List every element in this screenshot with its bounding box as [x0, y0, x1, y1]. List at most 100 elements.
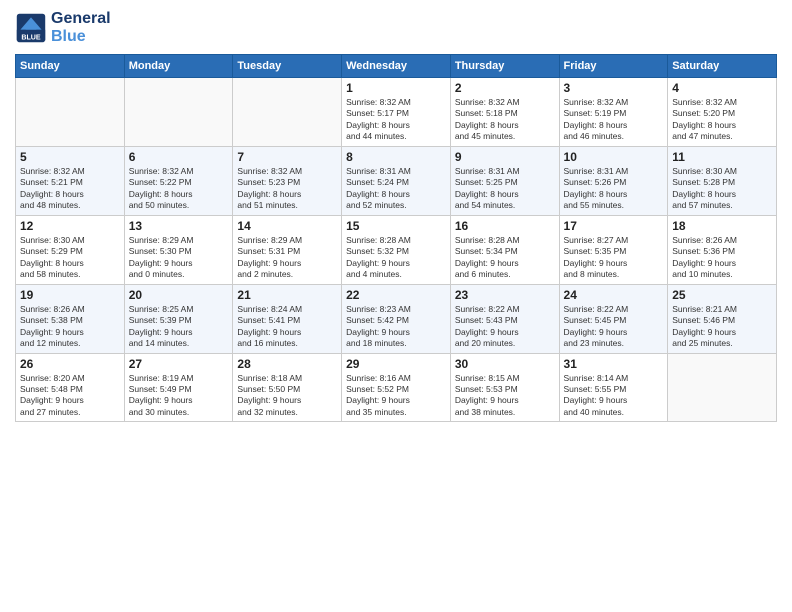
calendar-cell: 30 Sunrise: 8:15 AM Sunset: 5:53 PM Dayli… [450, 353, 559, 422]
weekday-header-thursday: Thursday [450, 55, 559, 78]
calendar-cell: 13 Sunrise: 8:29 AM Sunset: 5:30 PM Dayli… [124, 215, 233, 284]
calendar-cell: 1 Sunrise: 8:32 AM Sunset: 5:17 PM Daylig… [342, 78, 451, 147]
calendar-cell: 17 Sunrise: 8:27 AM Sunset: 5:35 PM Dayli… [559, 215, 668, 284]
calendar-cell: 20 Sunrise: 8:25 AM Sunset: 5:39 PM Dayli… [124, 284, 233, 353]
day-number: 24 [564, 288, 664, 302]
calendar-week-row: 26 Sunrise: 8:20 AM Sunset: 5:48 PM Dayli… [16, 353, 777, 422]
calendar-table: SundayMondayTuesdayWednesdayThursdayFrid… [15, 54, 777, 422]
day-info: Sunrise: 8:32 AM Sunset: 5:22 PM Dayligh… [129, 166, 229, 212]
day-number: 8 [346, 150, 446, 164]
header: BLUE General Blue [15, 10, 777, 46]
weekday-header-monday: Monday [124, 55, 233, 78]
day-info: Sunrise: 8:20 AM Sunset: 5:48 PM Dayligh… [20, 373, 120, 419]
day-number: 19 [20, 288, 120, 302]
day-info: Sunrise: 8:27 AM Sunset: 5:35 PM Dayligh… [564, 235, 664, 281]
calendar-cell [16, 78, 125, 147]
calendar-week-row: 12 Sunrise: 8:30 AM Sunset: 5:29 PM Dayli… [16, 215, 777, 284]
weekday-header-wednesday: Wednesday [342, 55, 451, 78]
day-info: Sunrise: 8:26 AM Sunset: 5:36 PM Dayligh… [672, 235, 772, 281]
day-number: 12 [20, 219, 120, 233]
day-info: Sunrise: 8:15 AM Sunset: 5:53 PM Dayligh… [455, 373, 555, 419]
calendar-cell: 18 Sunrise: 8:26 AM Sunset: 5:36 PM Dayli… [668, 215, 777, 284]
day-info: Sunrise: 8:32 AM Sunset: 5:18 PM Dayligh… [455, 97, 555, 143]
day-info: Sunrise: 8:29 AM Sunset: 5:30 PM Dayligh… [129, 235, 229, 281]
day-info: Sunrise: 8:18 AM Sunset: 5:50 PM Dayligh… [237, 373, 337, 419]
day-number: 7 [237, 150, 337, 164]
weekday-header-tuesday: Tuesday [233, 55, 342, 78]
calendar-cell: 22 Sunrise: 8:23 AM Sunset: 5:42 PM Dayli… [342, 284, 451, 353]
day-info: Sunrise: 8:31 AM Sunset: 5:24 PM Dayligh… [346, 166, 446, 212]
day-info: Sunrise: 8:32 AM Sunset: 5:23 PM Dayligh… [237, 166, 337, 212]
day-info: Sunrise: 8:16 AM Sunset: 5:52 PM Dayligh… [346, 373, 446, 419]
day-number: 27 [129, 357, 229, 371]
logo: BLUE General Blue [15, 10, 111, 46]
calendar-cell: 27Sunrise: 8:19 AM Sunset: 5:49 PM Dayli… [124, 353, 233, 422]
weekday-header-friday: Friday [559, 55, 668, 78]
day-info: Sunrise: 8:32 AM Sunset: 5:17 PM Dayligh… [346, 97, 446, 143]
day-number: 10 [564, 150, 664, 164]
calendar-cell [233, 78, 342, 147]
calendar-cell: 25 Sunrise: 8:21 AM Sunset: 5:46 PM Dayli… [668, 284, 777, 353]
day-number: 26 [20, 357, 120, 371]
day-number: 14 [237, 219, 337, 233]
calendar-cell: 14Sunrise: 8:29 AM Sunset: 5:31 PM Dayli… [233, 215, 342, 284]
calendar-cell: 8 Sunrise: 8:31 AM Sunset: 5:24 PM Daylig… [342, 146, 451, 215]
calendar-cell: 24Sunrise: 8:22 AM Sunset: 5:45 PM Dayli… [559, 284, 668, 353]
day-number: 22 [346, 288, 446, 302]
day-number: 17 [564, 219, 664, 233]
day-number: 3 [564, 81, 664, 95]
calendar-cell: 4 Sunrise: 8:32 AM Sunset: 5:20 PM Daylig… [668, 78, 777, 147]
calendar-cell: 21 Sunrise: 8:24 AM Sunset: 5:41 PM Dayli… [233, 284, 342, 353]
day-info: Sunrise: 8:21 AM Sunset: 5:46 PM Dayligh… [672, 304, 772, 350]
logo-icon: BLUE [15, 12, 47, 44]
day-info: Sunrise: 8:32 AM Sunset: 5:20 PM Dayligh… [672, 97, 772, 143]
day-number: 13 [129, 219, 229, 233]
calendar-cell: 16Sunrise: 8:28 AM Sunset: 5:34 PM Dayli… [450, 215, 559, 284]
day-number: 11 [672, 150, 772, 164]
calendar-cell: 6 Sunrise: 8:32 AM Sunset: 5:22 PM Daylig… [124, 146, 233, 215]
day-info: Sunrise: 8:24 AM Sunset: 5:41 PM Dayligh… [237, 304, 337, 350]
calendar-cell: 23Sunrise: 8:22 AM Sunset: 5:43 PM Dayli… [450, 284, 559, 353]
day-number: 5 [20, 150, 120, 164]
calendar-cell: 29 Sunrise: 8:16 AM Sunset: 5:52 PM Dayli… [342, 353, 451, 422]
day-info: Sunrise: 8:32 AM Sunset: 5:21 PM Dayligh… [20, 166, 120, 212]
day-number: 9 [455, 150, 555, 164]
day-number: 25 [672, 288, 772, 302]
page: BLUE General Blue SundayMondayTuesdayWed… [0, 0, 792, 612]
day-info: Sunrise: 8:30 AM Sunset: 5:29 PM Dayligh… [20, 235, 120, 281]
day-number: 6 [129, 150, 229, 164]
day-number: 4 [672, 81, 772, 95]
day-number: 29 [346, 357, 446, 371]
svg-text:BLUE: BLUE [21, 34, 41, 42]
calendar-cell: 19 Sunrise: 8:26 AM Sunset: 5:38 PM Dayli… [16, 284, 125, 353]
calendar-cell: 31 Sunrise: 8:14 AM Sunset: 5:55 PM Dayli… [559, 353, 668, 422]
calendar-week-row: 1 Sunrise: 8:32 AM Sunset: 5:17 PM Daylig… [16, 78, 777, 147]
day-info: Sunrise: 8:26 AM Sunset: 5:38 PM Dayligh… [20, 304, 120, 350]
day-info: Sunrise: 8:25 AM Sunset: 5:39 PM Dayligh… [129, 304, 229, 350]
day-number: 31 [564, 357, 664, 371]
day-info: Sunrise: 8:23 AM Sunset: 5:42 PM Dayligh… [346, 304, 446, 350]
day-number: 1 [346, 81, 446, 95]
day-number: 30 [455, 357, 555, 371]
day-info: Sunrise: 8:14 AM Sunset: 5:55 PM Dayligh… [564, 373, 664, 419]
calendar-cell: 2Sunrise: 8:32 AM Sunset: 5:18 PM Daylig… [450, 78, 559, 147]
calendar-week-row: 5 Sunrise: 8:32 AM Sunset: 5:21 PM Daylig… [16, 146, 777, 215]
day-info: Sunrise: 8:28 AM Sunset: 5:32 PM Dayligh… [346, 235, 446, 281]
logo-text: General Blue [51, 10, 111, 46]
day-info: Sunrise: 8:30 AM Sunset: 5:28 PM Dayligh… [672, 166, 772, 212]
weekday-header-saturday: Saturday [668, 55, 777, 78]
calendar-cell: 5 Sunrise: 8:32 AM Sunset: 5:21 PM Daylig… [16, 146, 125, 215]
weekday-header-sunday: Sunday [16, 55, 125, 78]
weekday-header-row: SundayMondayTuesdayWednesdayThursdayFrid… [16, 55, 777, 78]
calendar-cell: 10 Sunrise: 8:31 AM Sunset: 5:26 PM Dayli… [559, 146, 668, 215]
calendar-cell: 12 Sunrise: 8:30 AM Sunset: 5:29 PM Dayli… [16, 215, 125, 284]
day-number: 21 [237, 288, 337, 302]
day-info: Sunrise: 8:31 AM Sunset: 5:26 PM Dayligh… [564, 166, 664, 212]
day-number: 16 [455, 219, 555, 233]
calendar-cell: 7 Sunrise: 8:32 AM Sunset: 5:23 PM Daylig… [233, 146, 342, 215]
day-number: 18 [672, 219, 772, 233]
day-number: 20 [129, 288, 229, 302]
calendar-cell: 11 Sunrise: 8:30 AM Sunset: 5:28 PM Dayli… [668, 146, 777, 215]
day-info: Sunrise: 8:32 AM Sunset: 5:19 PM Dayligh… [564, 97, 664, 143]
day-number: 23 [455, 288, 555, 302]
